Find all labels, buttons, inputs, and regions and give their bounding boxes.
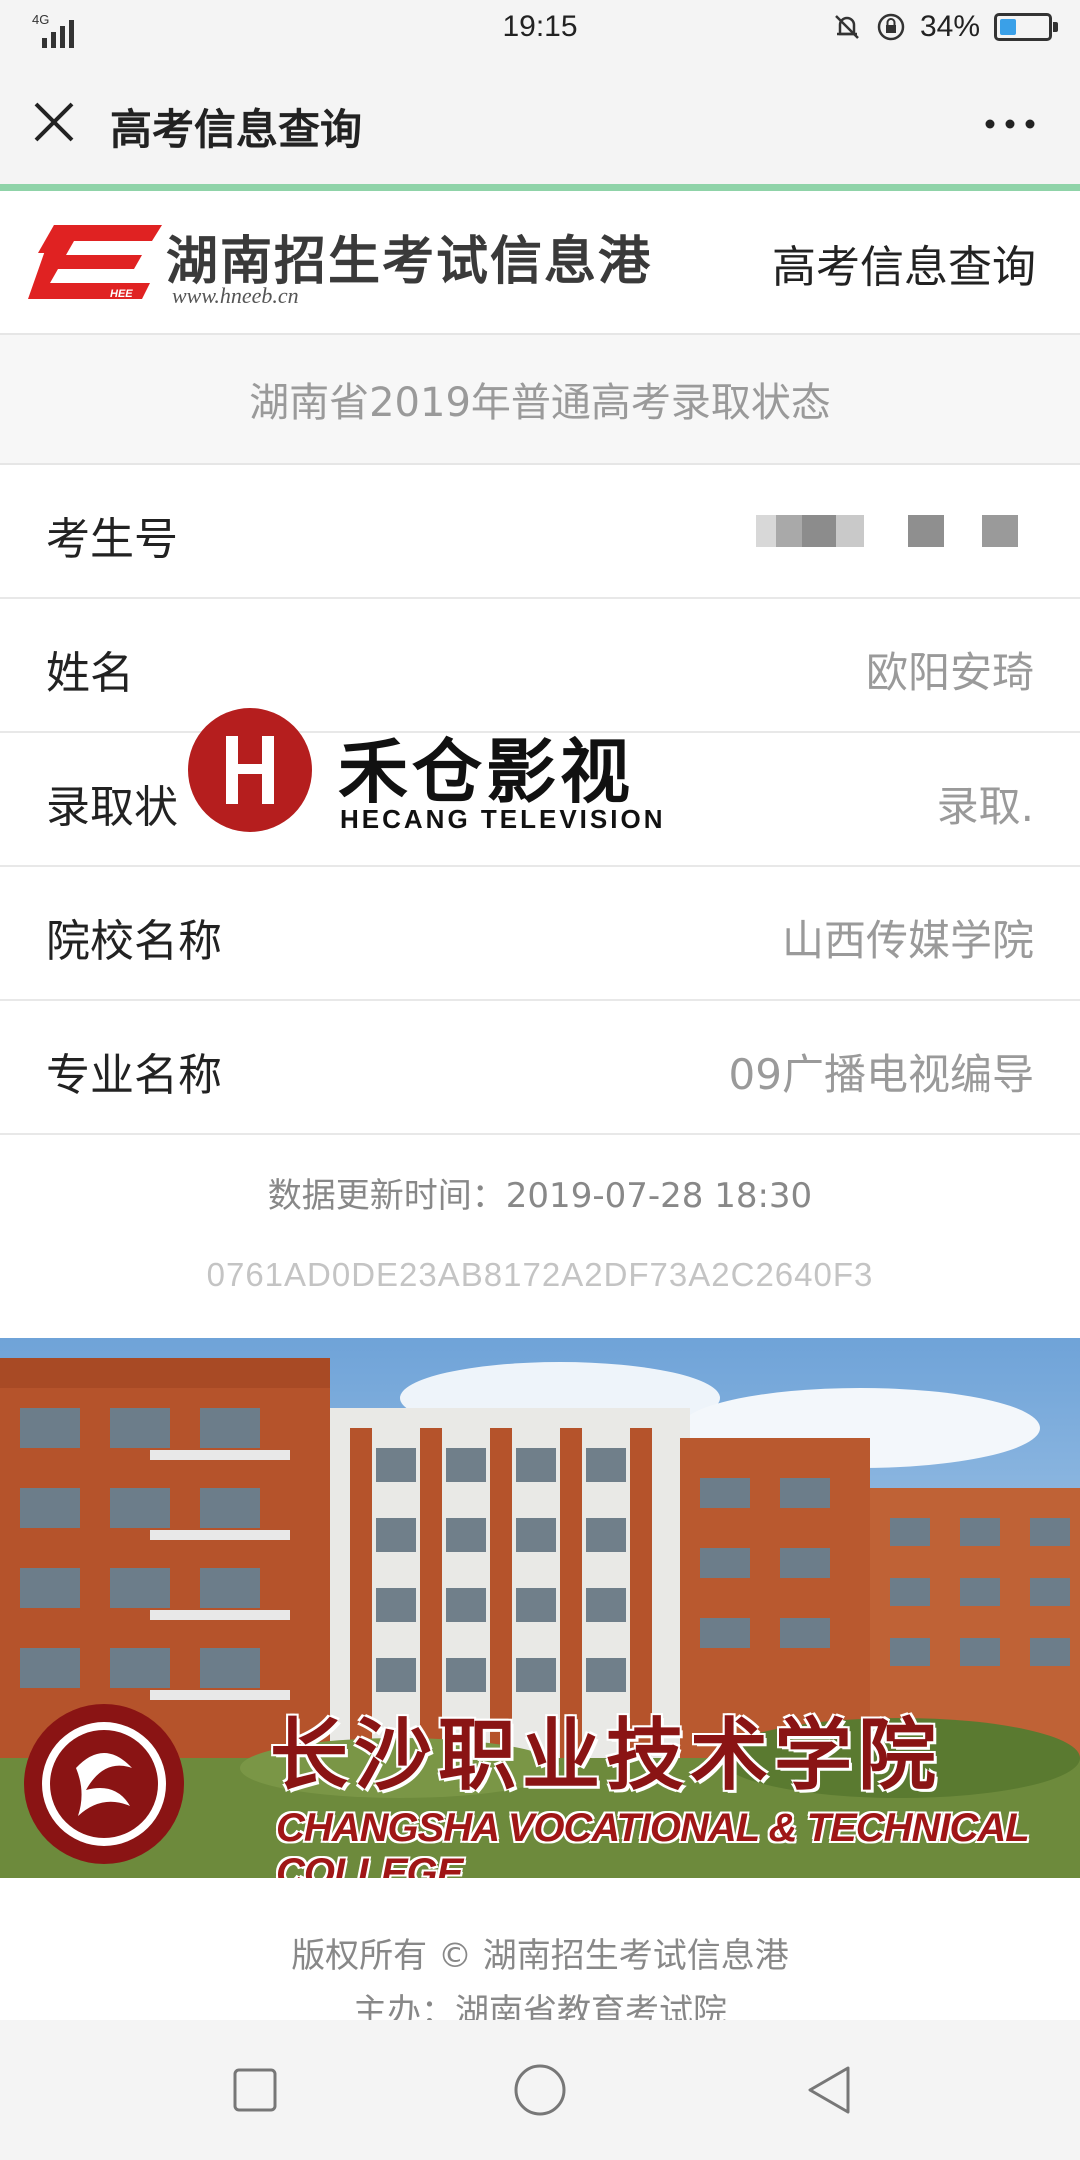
- redacted-exam-number: [756, 507, 1046, 555]
- banner-title: 长沙职业技术学院: [270, 1710, 943, 1801]
- triangle-back-icon[interactable]: [800, 2060, 860, 2120]
- page-title: 湖南省2019年普通高考录取状态: [249, 380, 831, 426]
- page-title-row: 湖南省2019年普通高考录取状态: [0, 335, 1080, 465]
- status-bar: 4G 19:15 34%: [0, 0, 1080, 56]
- browser-nav-bar: 高考信息查询: [0, 56, 1080, 184]
- watermark-title: 禾仓影视: [338, 731, 634, 813]
- battery-icon: [994, 13, 1058, 41]
- organizer: 主办：湖南省教育考试院: [353, 1992, 727, 2020]
- square-recent-icon[interactable]: [225, 2060, 285, 2120]
- row-exam-number: 考生号: [0, 465, 1080, 599]
- battery-fill: [1000, 19, 1016, 35]
- header-query-link[interactable]: 高考信息查询: [772, 231, 1036, 295]
- bell-muted-icon: [835, 15, 859, 39]
- load-progress-bar: [0, 184, 1080, 191]
- close-icon[interactable]: [28, 96, 84, 152]
- hecang-logo-icon: [188, 708, 312, 832]
- row-label: 考生号: [46, 514, 178, 565]
- svg-text:HEE: HEE: [110, 288, 133, 300]
- battery-percent: 34%: [919, 10, 980, 43]
- rotation-lock-icon: [877, 13, 905, 41]
- hecang-watermark: 禾仓影视 HECANG TELEVISION: [180, 700, 680, 850]
- row-school-name: 院校名称 山西传媒学院: [0, 867, 1080, 1001]
- system-nav-bar: [0, 2020, 1080, 2160]
- row-label: 专业名称: [46, 1050, 222, 1101]
- row-label: 姓名: [46, 648, 134, 699]
- row-value: 欧阳安琦: [865, 648, 1034, 697]
- row-label: 院校名称: [46, 916, 222, 967]
- update-time: 数据更新时间：2019-07-28 18:30: [267, 1176, 813, 1216]
- banner-subtitle: CHANGSHA VOCATIONAL & TECHNICAL COLLEGE: [276, 1806, 1029, 1878]
- row-major-name: 专业名称 09广播电视编导: [0, 1001, 1080, 1135]
- hneeb-logo-icon[interactable]: HEE: [24, 215, 164, 305]
- hash-code: 0761AD0DE23AB8172A2DF73A2C2640F3: [206, 1256, 874, 1293]
- status-icons: 34%: [832, 10, 1058, 44]
- row-value: 09广播电视编导: [728, 1050, 1034, 1099]
- site-url: www.hneeb.cn: [172, 283, 299, 308]
- site-header: HEE 湖南招生考试信息港 www.hneeb.cn 高考信息查询: [0, 191, 1080, 335]
- row-label: 录取状: [46, 782, 178, 833]
- nav-title: 高考信息查询: [110, 105, 363, 154]
- college-seal-icon: [24, 1704, 184, 1864]
- college-ad-banner[interactable]: 长沙职业技术学院 CHANGSHA VOCATIONAL & TECHNICAL…: [0, 1338, 1080, 1878]
- more-icon[interactable]: [980, 106, 1040, 142]
- row-value: 录取.: [936, 782, 1034, 831]
- circle-home-icon[interactable]: [510, 2060, 570, 2120]
- watermark-subtitle: HECANG TELEVISION: [340, 804, 666, 834]
- row-value: 山西传媒学院: [781, 916, 1034, 965]
- copyright: 版权所有 © 湖南招生考试信息港: [291, 1936, 789, 1976]
